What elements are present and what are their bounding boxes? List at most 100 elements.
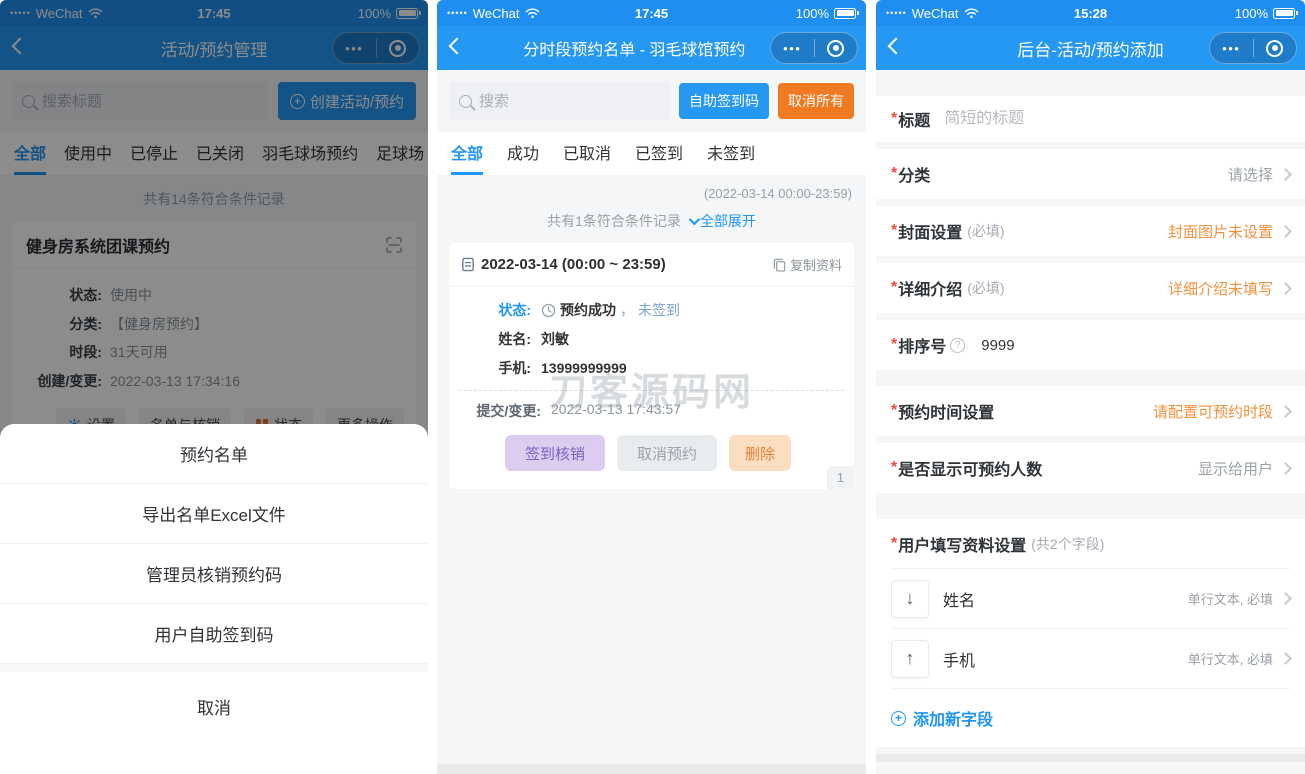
- title-label: 标题: [898, 113, 931, 130]
- chevron-right-icon: [1279, 281, 1292, 295]
- group-show-count: * 是否显示可预约人数 显示给用户: [876, 443, 1305, 493]
- required-mark: *: [891, 110, 898, 127]
- cancel-all-button[interactable]: 取消所有: [778, 83, 854, 119]
- sheet-item-reservation-list[interactable]: 预约名单: [0, 424, 428, 484]
- more-menu-icon[interactable]: •••: [771, 41, 814, 56]
- chevron-right-icon: [1279, 652, 1292, 665]
- dashed-divider: [459, 390, 844, 391]
- field-name: 手机: [943, 652, 976, 670]
- document-icon: [461, 257, 475, 272]
- status-value: 预约成功: [560, 302, 616, 318]
- result-count: 共有1条符合条件记录: [547, 213, 681, 229]
- sort-value[interactable]: 9999: [981, 337, 1014, 354]
- sheet-item-export-excel[interactable]: 导出名单Excel文件: [0, 484, 428, 544]
- group-time-setting: * 预约时间设置 请配置可预约时段: [876, 386, 1305, 436]
- show-count-value: 显示给用户: [1197, 460, 1273, 478]
- show-count-row[interactable]: * 是否显示可预约人数 显示给用户: [891, 443, 1292, 493]
- search-input[interactable]: [479, 92, 660, 110]
- plus-circle-icon: [891, 710, 906, 726]
- wifi-icon: [964, 7, 979, 19]
- tab-cancelled[interactable]: 已取消: [563, 132, 611, 175]
- group-cover: * 封面设置 (必填) 封面图片未设置: [876, 206, 1305, 256]
- move-down-button[interactable]: ↓: [891, 579, 929, 618]
- signal-dots-icon: •••••: [886, 8, 907, 18]
- field-name: 姓名: [943, 592, 976, 610]
- self-checkin-code-button[interactable]: 自助签到码: [679, 83, 769, 119]
- tab-all[interactable]: 全部: [451, 132, 484, 175]
- bottom-strip: [437, 764, 866, 774]
- move-up-button[interactable]: ↑: [891, 639, 929, 678]
- search-toolbar: 自助签到码 取消所有: [437, 70, 866, 120]
- result-count-row: 共有1条符合条件记录 全部展开: [437, 201, 866, 243]
- field-row-phone[interactable]: ↑ 手机 单行文本, 必填: [891, 629, 1292, 689]
- copy-info-button[interactable]: 复制资料: [773, 255, 842, 274]
- chevron-right-icon: [1279, 167, 1292, 181]
- sort-label: 排序号: [898, 339, 947, 356]
- status-separator: ，: [620, 302, 634, 318]
- back-chevron-icon[interactable]: [448, 37, 466, 55]
- group-title: * 标题: [876, 96, 1305, 142]
- group-detail: * 详细介绍 (必填) 详细介绍未填写: [876, 263, 1305, 313]
- chevron-down-icon: [688, 213, 700, 226]
- filter-tabs: 全部 成功 已取消 已签到 未签到: [437, 132, 866, 176]
- field-meta: 单行文本, 必填: [1187, 592, 1273, 607]
- row-status: 状态: 预约成功 ， 未签到: [498, 302, 680, 318]
- field-row-name[interactable]: ↓ 姓名 单行文本, 必填: [891, 569, 1292, 629]
- battery-icon: [1273, 7, 1298, 19]
- row-submitted: 提交/变更: 2022-03-13 17:43:57: [476, 401, 681, 419]
- detail-row[interactable]: * 详细介绍 (必填) 详细介绍未填写: [891, 263, 1292, 313]
- reservation-period: 2022-03-14 (00:00 ~ 23:59): [481, 256, 666, 273]
- cover-row[interactable]: * 封面设置 (必填) 封面图片未设置: [891, 206, 1292, 256]
- close-miniprogram-icon[interactable]: [815, 39, 858, 57]
- time-setting-label: 预约时间设置: [898, 405, 995, 422]
- category-label: 分类: [898, 168, 931, 185]
- copy-icon: [773, 258, 786, 272]
- cover-label: 封面设置: [898, 225, 963, 242]
- tab-checked-in[interactable]: 已签到: [635, 132, 683, 175]
- sheet-item-self-checkin-code[interactable]: 用户自助签到码: [0, 604, 428, 664]
- delete-button[interactable]: 删除: [729, 435, 792, 471]
- search-icon: [459, 94, 472, 108]
- nav-bar: 分时段预约名单 - 羽毛球馆预约 •••: [437, 26, 866, 70]
- sort-row: * 排序号 9999: [891, 320, 1290, 370]
- battery-percent: 100%: [1234, 5, 1268, 21]
- action-sheet: 预约名单 导出名单Excel文件 管理员核销预约码 用户自助签到码 取消: [0, 424, 428, 741]
- carrier-label: WeChat: [911, 5, 959, 21]
- user-fields-header: * 用户填写资料设置 (共2个字段): [891, 519, 1290, 569]
- help-icon[interactable]: [950, 337, 966, 353]
- bottom-strip: [876, 754, 1305, 762]
- detail-label: 详细介绍: [898, 282, 963, 299]
- more-menu-icon[interactable]: •••: [1210, 41, 1253, 56]
- expand-all-link[interactable]: 全部展开: [688, 211, 756, 231]
- checkin-verify-button[interactable]: 签到核销: [505, 435, 606, 471]
- sheet-item-admin-verify-code[interactable]: 管理员核销预约码: [0, 544, 428, 604]
- reservation-card: 刀客源码网 2022-03-14 (00:00 ~ 23:59) 复制资料 状态…: [449, 243, 854, 489]
- wifi-icon: [525, 7, 540, 19]
- time-setting-row[interactable]: * 预约时间设置 请配置可预约时段: [891, 386, 1292, 436]
- close-miniprogram-icon[interactable]: [1254, 39, 1297, 57]
- tab-success[interactable]: 成功: [507, 132, 539, 175]
- panel-activity-management: ••••• WeChat 17:45 100% 活动/预约管理 ••• 创建活动…: [0, 0, 428, 741]
- title-input[interactable]: [944, 110, 1290, 128]
- signal-dots-icon: •••••: [447, 8, 468, 18]
- row-name: 姓名: 刘敏: [498, 331, 569, 347]
- detail-note: (必填): [967, 280, 1005, 296]
- category-row[interactable]: * 分类 请选择: [891, 149, 1292, 199]
- status-bar: ••••• WeChat 17:45 100%: [437, 0, 866, 26]
- cover-note: (必填): [967, 223, 1005, 239]
- search-input-wrap: [449, 82, 670, 120]
- add-field-button[interactable]: 添加新字段: [891, 689, 1290, 747]
- tab-not-checked-in[interactable]: 未签到: [707, 132, 755, 175]
- sheet-cancel-button[interactable]: 取消: [0, 672, 428, 741]
- battery-percent: 100%: [795, 5, 829, 21]
- wechat-capsule: •••: [770, 32, 858, 64]
- clock-icon: [541, 303, 556, 318]
- page-number-badge: 1: [826, 466, 854, 489]
- cancel-reservation-button[interactable]: 取消预约: [617, 435, 718, 471]
- panel-reservation-roster: ••••• WeChat 17:45 100% 分时段预约名单 - 羽毛球馆预约…: [437, 0, 866, 774]
- chevron-right-icon: [1279, 461, 1292, 475]
- back-chevron-icon[interactable]: [887, 37, 905, 55]
- nav-bar: 后台-活动/预约添加 •••: [876, 26, 1305, 70]
- status-time: 15:28: [1073, 5, 1108, 21]
- row-phone: 手机: 13999999999: [498, 360, 627, 376]
